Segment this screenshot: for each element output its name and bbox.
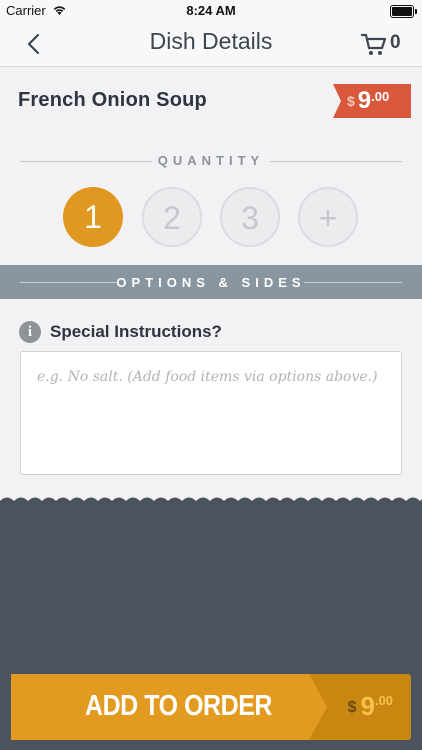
info-icon: i [19,321,41,343]
special-instructions-placeholder: e.g. No salt. (Add food items via option… [37,369,378,385]
divider [270,161,402,162]
quantity-header: QUANTITY [20,152,402,172]
dish-name: French Onion Soup [18,89,207,111]
cart-icon [360,33,387,55]
quantity-option-3[interactable]: 3 [220,187,280,247]
add-price-integer: 9 [360,691,375,721]
cart-button[interactable]: 0 [360,30,404,58]
status-bar: Carrier 8:24 AM [0,0,422,22]
battery-icon [390,5,417,18]
price-currency: $ [347,93,355,109]
divider [304,282,402,283]
add-to-order-button[interactable]: ADD TO ORDER $9.00 [11,674,411,740]
add-to-order-label: ADD TO ORDER [85,690,272,722]
page-title: Dish Details [149,28,273,54]
quantity-option-1[interactable]: 1 [63,187,123,247]
special-instructions-label: Special Instructions? [50,322,222,341]
quantity-increase-button[interactable]: + [298,187,358,247]
special-instructions-field[interactable]: e.g. No salt. (Add food items via option… [20,351,402,475]
options-and-sides-bar[interactable]: OPTIONS & SIDES [0,265,422,299]
price-tag: $9.00 [333,84,411,118]
add-price-currency: $ [347,699,357,716]
add-button-price: $9.00 [348,691,393,722]
price-integer: 9 [357,87,372,114]
price-cents: .00 [371,89,390,104]
status-time: 8:24 AM [186,3,236,18]
nav-bar: Dish Details 0 [0,22,422,67]
cart-count: 0 [390,32,401,53]
add-price-cents: .00 [374,693,393,708]
quantity-option-2[interactable]: 2 [142,187,202,247]
